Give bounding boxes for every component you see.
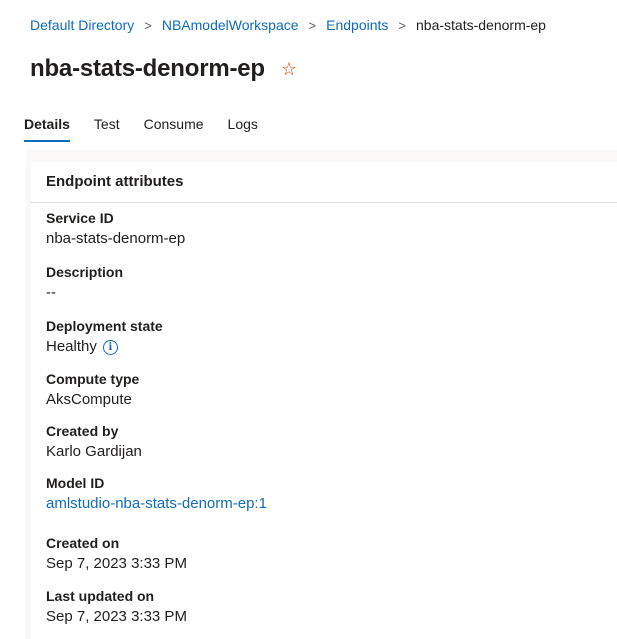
attribute-label: Last updated on bbox=[46, 588, 155, 604]
info-icon[interactable]: i bbox=[102, 339, 118, 355]
attribute-label: Description bbox=[46, 264, 124, 280]
breadcrumb: Default Directory > NBAmodelWorkspace > … bbox=[30, 17, 546, 33]
tab-details[interactable]: Details bbox=[24, 116, 70, 142]
chevron-right-icon: > bbox=[144, 17, 152, 33]
attribute-service-id: Service ID nba-stats-denorm-ep bbox=[46, 209, 185, 249]
attribute-label: Created by bbox=[46, 423, 119, 439]
endpoint-attributes-card: Endpoint attributes Service ID nba-stats… bbox=[31, 162, 617, 639]
breadcrumb-workspace[interactable]: NBAmodelWorkspace bbox=[162, 17, 299, 33]
tab-test[interactable]: Test bbox=[94, 116, 120, 142]
tab-consume[interactable]: Consume bbox=[144, 116, 204, 142]
breadcrumb-default-directory[interactable]: Default Directory bbox=[30, 17, 134, 33]
attribute-label: Service ID bbox=[46, 210, 114, 226]
attribute-description: Description -- bbox=[46, 263, 123, 303]
attribute-model-id: Model ID amlstudio-nba-stats-denorm-ep:1 bbox=[46, 474, 267, 514]
chevron-right-icon: > bbox=[398, 17, 407, 33]
tab-bar: Details Test Consume Logs bbox=[24, 116, 282, 142]
attribute-label: Created on bbox=[46, 535, 120, 551]
title-row: nba-stats-denorm-ep ☆ bbox=[30, 55, 297, 83]
attribute-last-updated-on: Last updated on Sep 7, 2023 3:33 PM bbox=[46, 587, 187, 627]
attribute-label: Model ID bbox=[46, 475, 105, 491]
attribute-created-by: Created by Karlo Gardijan bbox=[46, 422, 142, 462]
breadcrumb-current: nba-stats-denorm-ep bbox=[416, 17, 546, 33]
attribute-deployment-state: Deployment state Healthy i bbox=[46, 317, 163, 357]
attribute-created-on: Created on Sep 7, 2023 3:33 PM bbox=[46, 534, 187, 574]
breadcrumb-endpoints[interactable]: Endpoints bbox=[326, 17, 388, 33]
chevron-right-icon: > bbox=[308, 17, 317, 33]
card-header: Endpoint attributes bbox=[31, 162, 617, 203]
attribute-value-row: Healthy i bbox=[46, 337, 163, 357]
model-id-link[interactable]: amlstudio-nba-stats-denorm-ep:1 bbox=[46, 494, 267, 514]
attribute-compute-type: Compute type AksCompute bbox=[46, 370, 139, 410]
attribute-value: Sep 7, 2023 3:33 PM bbox=[46, 608, 187, 625]
attribute-label: Compute type bbox=[46, 371, 140, 387]
endpoint-details-page: Default Directory > NBAmodelWorkspace > … bbox=[0, 0, 617, 639]
attribute-label: Deployment state bbox=[46, 318, 163, 334]
attribute-value: Healthy bbox=[46, 338, 97, 355]
attribute-value: Karlo Gardijan bbox=[46, 443, 142, 460]
page-title: nba-stats-denorm-ep bbox=[30, 55, 265, 82]
attribute-value: -- bbox=[46, 284, 56, 301]
card-title: Endpoint attributes bbox=[46, 173, 184, 190]
attribute-value: AksCompute bbox=[46, 391, 132, 408]
star-icon[interactable]: ☆ bbox=[281, 60, 297, 78]
tab-logs[interactable]: Logs bbox=[228, 116, 258, 142]
attribute-value: nba-stats-denorm-ep bbox=[46, 230, 186, 247]
attribute-value: Sep 7, 2023 3:33 PM bbox=[46, 555, 187, 572]
